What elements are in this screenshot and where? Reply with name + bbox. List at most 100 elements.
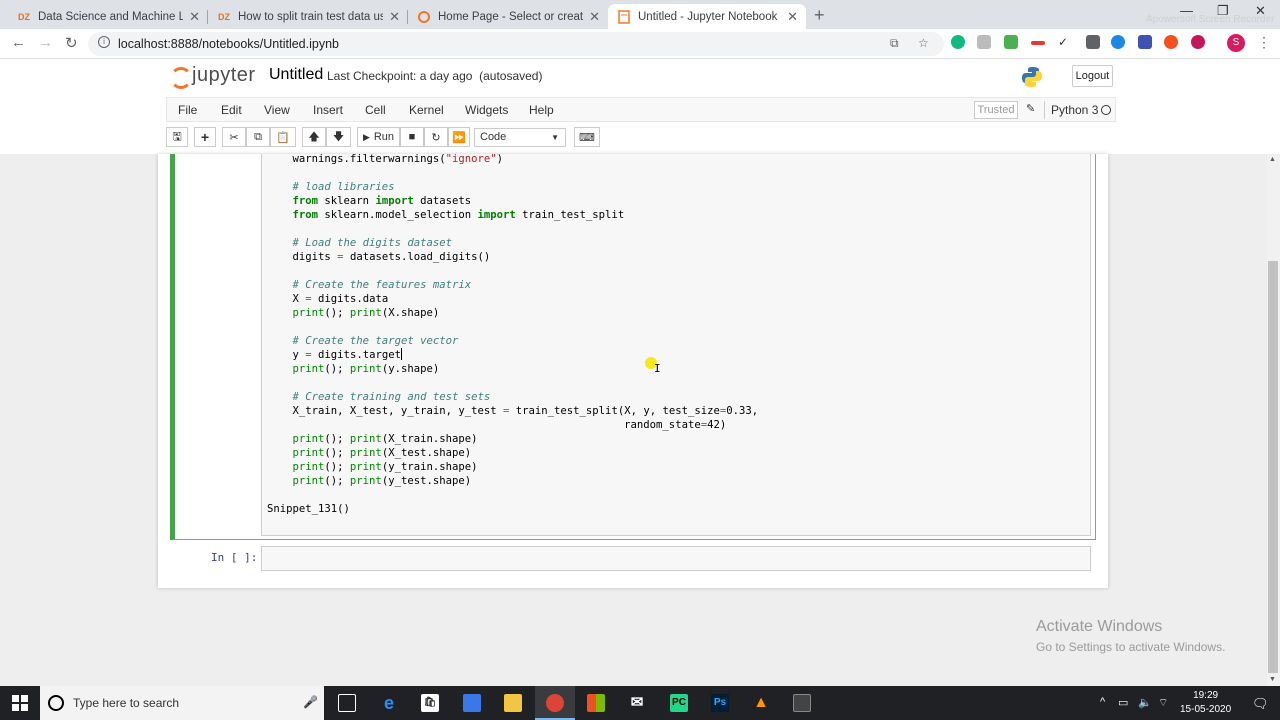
menu-view[interactable]: View <box>264 103 290 117</box>
extension-icon[interactable] <box>1111 35 1125 49</box>
run-button[interactable]: ▶ Run <box>357 127 400 147</box>
new-tab-button[interactable]: + <box>814 5 825 26</box>
taskbar-clock[interactable]: 19:29 15-05-2020 <box>1180 689 1231 717</box>
forward-icon[interactable]: → <box>38 34 53 51</box>
notebook-menubar: File Edit View Insert Cell Kernel Widget… <box>166 97 1116 122</box>
volume-icon[interactable]: 🔈 <box>1138 696 1152 709</box>
browser-tab-1[interactable]: DZ Data Science and Machine Learni ✕ <box>8 4 208 29</box>
battery-icon[interactable]: ▭ <box>1118 696 1128 709</box>
app-icon[interactable] <box>463 694 481 712</box>
browser-menu-icon[interactable]: ⋮ <box>1257 34 1271 51</box>
code-editor[interactable]: warnings.filterwarnings("ignore") # load… <box>267 152 758 516</box>
browser-tab-3[interactable]: Home Page - Select or create a n ✕ <box>408 4 608 29</box>
url-text[interactable]: localhost:8888/notebooks/Untitled.ipynb <box>118 37 339 51</box>
move-down-icon[interactable]: 🡇 <box>326 127 351 147</box>
restart-icon[interactable]: ↻ <box>424 127 448 147</box>
reload-icon[interactable]: ↻ <box>65 34 78 52</box>
extension-icon[interactable] <box>1086 35 1100 49</box>
vlc-icon[interactable]: ▲ <box>752 694 770 712</box>
translate-icon[interactable]: ⧉ <box>890 36 899 51</box>
windows-start-icon[interactable] <box>12 695 28 711</box>
profile-avatar[interactable]: S <box>1227 34 1245 52</box>
menu-insert[interactable]: Insert <box>313 103 343 117</box>
chrome-icon[interactable] <box>546 694 564 712</box>
checkpoint-status: Last Checkpoint: a day ago (autosaved) <box>327 69 542 83</box>
notification-icon[interactable]: 🗨 <box>1252 696 1269 712</box>
save-icon[interactable]: 🖫 <box>166 127 188 147</box>
code-line: print(); print(y_train.shape) <box>292 461 478 473</box>
activate-windows-subtitle: Go to Settings to activate Windows. <box>1036 640 1226 654</box>
menu-edit[interactable]: Edit <box>221 103 242 117</box>
scroll-down-icon[interactable]: ▼ <box>1269 676 1276 683</box>
wifi-icon[interactable]: ⌔ <box>1158 696 1168 710</box>
activate-windows-title: Activate Windows <box>1036 618 1163 635</box>
logout-button[interactable]: Logout <box>1072 65 1113 87</box>
close-tab-icon[interactable]: ✕ <box>389 9 400 25</box>
file-explorer-icon[interactable] <box>504 694 522 712</box>
jupyter-logo-icon <box>168 65 192 89</box>
extension-icon[interactable] <box>1164 35 1178 49</box>
trusted-indicator[interactable]: Trusted <box>974 101 1018 119</box>
text-cursor <box>400 348 402 360</box>
code-line: # Create the features matrix <box>292 279 472 291</box>
code-line: # Load the digits dataset <box>292 237 452 249</box>
insert-cell-icon[interactable]: + <box>194 127 216 147</box>
extension-icon[interactable] <box>977 35 991 49</box>
tab-title: Data Science and Machine Learni <box>38 10 184 23</box>
copy-icon[interactable]: ⧉ <box>246 127 270 147</box>
menu-help[interactable]: Help <box>529 103 554 117</box>
extension-icon[interactable] <box>1031 41 1045 45</box>
mail-icon[interactable]: ✉ <box>628 694 646 712</box>
back-icon[interactable]: ← <box>11 34 26 51</box>
paste-icon[interactable]: 📋 <box>270 127 296 147</box>
jupyter-logo[interactable]: jupyter <box>168 64 256 89</box>
code-line: print(); print(y.shape) <box>292 363 440 375</box>
close-tab-icon[interactable]: ✕ <box>589 9 600 25</box>
notebook-name[interactable]: Untitled <box>269 66 323 84</box>
close-tab-icon[interactable]: ✕ <box>787 9 798 25</box>
pycharm-icon[interactable]: PC <box>670 694 688 712</box>
command-palette-icon[interactable]: ⌨ <box>574 127 600 147</box>
tray-overflow-icon[interactable]: ^ <box>1100 696 1105 708</box>
cut-icon[interactable]: ✂ <box>222 127 246 147</box>
extension-icon[interactable] <box>1138 35 1152 49</box>
extension-icon[interactable] <box>1004 35 1018 49</box>
address-bar[interactable]: i localhost:8888/notebooks/Untitled.ipyn… <box>88 32 944 56</box>
app-icon[interactable] <box>587 694 605 712</box>
menu-widgets[interactable]: Widgets <box>465 103 508 117</box>
instagram-extension-icon[interactable] <box>1191 35 1205 49</box>
code-line: print(); print(X_test.shape) <box>292 447 472 459</box>
grammarly-extension-icon[interactable] <box>951 35 965 49</box>
browser-tab-4-active[interactable]: Untitled - Jupyter Notebook ✕ <box>608 4 806 29</box>
photoshop-icon[interactable]: Ps <box>711 694 729 712</box>
edit-pencil-icon[interactable]: ✎ <box>1026 102 1035 115</box>
interrupt-icon[interactable]: ■ <box>400 127 424 147</box>
code-line: # Create the target vector <box>292 335 459 347</box>
store-icon[interactable]: 🛍 <box>421 694 439 712</box>
code-line: from sklearn.model_selection import trai… <box>292 209 625 221</box>
menu-kernel[interactable]: Kernel <box>409 103 444 117</box>
terminal-icon[interactable] <box>793 694 811 712</box>
checkmark-extension-icon[interactable]: ✓ <box>1058 35 1072 49</box>
microphone-icon[interactable]: 🎤 <box>303 695 318 709</box>
code-line: # Create training and test sets <box>292 391 491 403</box>
scrollbar-thumb[interactable] <box>1268 261 1278 673</box>
task-view-icon[interactable] <box>338 694 356 712</box>
browser-tab-2[interactable]: DZ How to split train test data using ✕ <box>208 4 408 29</box>
menu-file[interactable]: File <box>178 103 197 117</box>
bookmark-star-icon[interactable]: ☆ <box>918 36 929 50</box>
move-up-icon[interactable]: 🡅 <box>302 127 326 147</box>
site-info-icon[interactable]: i <box>98 36 110 48</box>
code-line: y = digits.target <box>267 348 402 361</box>
run-icon: ▶ <box>362 131 370 142</box>
close-tab-icon[interactable]: ✕ <box>189 9 200 25</box>
scroll-up-icon[interactable]: ▲ <box>1269 156 1276 163</box>
restart-run-all-icon[interactable]: ⏩ <box>448 127 470 147</box>
taskbar-search[interactable]: Type here to search 🎤 <box>40 686 324 720</box>
empty-code-cell[interactable] <box>261 546 1091 571</box>
cell-type-select[interactable]: Code ▼ <box>474 128 566 147</box>
spinner-icon <box>416 10 432 24</box>
menu-cell[interactable]: Cell <box>365 103 386 117</box>
code-line: from sklearn import datasets <box>292 195 472 207</box>
edge-icon[interactable]: e <box>380 694 398 712</box>
